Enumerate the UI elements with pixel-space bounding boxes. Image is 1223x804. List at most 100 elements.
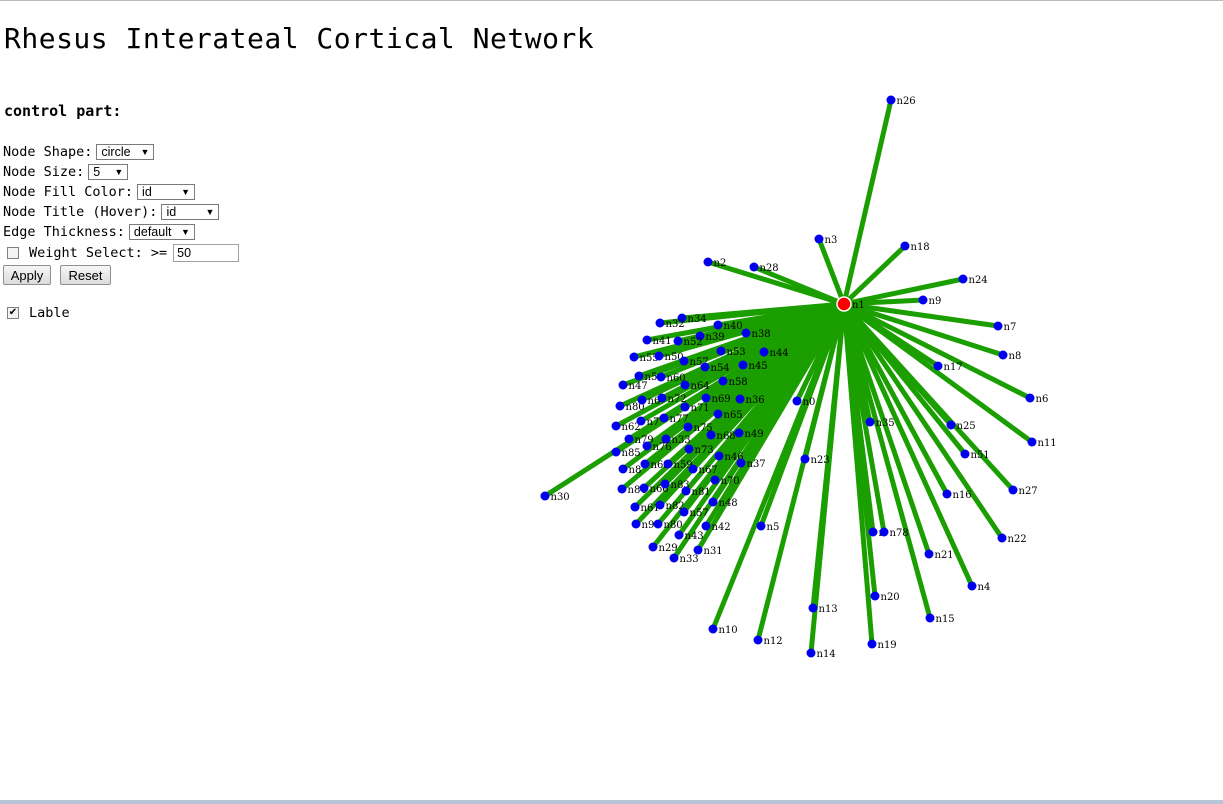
node-n40[interactable]	[713, 320, 723, 330]
node-n7x[interactable]	[636, 416, 646, 426]
node-n12[interactable]	[753, 635, 763, 645]
node-n77[interactable]	[659, 413, 669, 423]
node-n46[interactable]	[714, 451, 724, 461]
node-n16[interactable]	[942, 489, 952, 499]
node-n9[interactable]	[918, 295, 928, 305]
node-n5[interactable]	[756, 521, 766, 531]
node-n7[interactable]	[993, 321, 1003, 331]
node-n48[interactable]	[708, 497, 718, 507]
node-n82[interactable]	[655, 500, 665, 510]
node-n54[interactable]	[700, 362, 710, 372]
node-n57b[interactable]	[679, 507, 689, 517]
node-n43[interactable]	[674, 530, 684, 540]
node-n55[interactable]	[629, 352, 639, 362]
node-label-n11: n11	[1038, 438, 1057, 449]
node-n8[interactable]	[998, 350, 1008, 360]
node-n29[interactable]	[648, 542, 658, 552]
node-n58[interactable]	[718, 376, 728, 386]
node-n64[interactable]	[680, 380, 690, 390]
node-n23[interactable]	[800, 454, 810, 464]
node-n38[interactable]	[741, 328, 751, 338]
node-n75[interactable]	[683, 422, 693, 432]
node-n47[interactable]	[618, 380, 628, 390]
node-n84[interactable]	[617, 484, 627, 494]
node-n71[interactable]	[680, 402, 690, 412]
node-n63[interactable]	[640, 459, 650, 469]
node-n19[interactable]	[867, 639, 877, 649]
node-n22[interactable]	[997, 533, 1007, 543]
node-label-n9: n9	[929, 296, 942, 307]
node-n27[interactable]	[1008, 485, 1018, 495]
node-n6[interactable]	[1025, 393, 1035, 403]
node-n73[interactable]	[684, 444, 694, 454]
node-n35[interactable]	[865, 417, 875, 427]
node-n14[interactable]	[806, 648, 816, 658]
node-n70[interactable]	[710, 475, 720, 485]
node-n1_[interactable]	[868, 527, 878, 537]
node-n42[interactable]	[701, 521, 711, 531]
node-n2[interactable]	[703, 257, 713, 267]
node-n24[interactable]	[958, 274, 968, 284]
node-n18[interactable]	[900, 241, 910, 251]
node-n5x[interactable]	[634, 371, 644, 381]
node-n65[interactable]	[713, 409, 723, 419]
node-n60[interactable]	[656, 372, 666, 382]
node-n30[interactable]	[540, 491, 550, 501]
node-n81[interactable]	[681, 486, 691, 496]
node-n6x[interactable]	[637, 395, 647, 405]
node-n32[interactable]	[655, 318, 665, 328]
node-n0[interactable]	[792, 396, 802, 406]
node-n8x[interactable]	[618, 464, 628, 474]
node-label-n68: n68	[717, 431, 736, 442]
node-n62[interactable]	[611, 421, 621, 431]
node-n1[interactable]	[836, 296, 852, 312]
node-n76[interactable]	[642, 441, 652, 451]
node-n13[interactable]	[808, 603, 818, 613]
node-n21[interactable]	[924, 549, 934, 559]
node-n3[interactable]	[814, 234, 824, 244]
node-n28[interactable]	[749, 262, 759, 272]
node-n51[interactable]	[960, 449, 970, 459]
node-n66[interactable]	[639, 483, 649, 493]
node-n33[interactable]	[669, 553, 679, 563]
node-n50[interactable]	[654, 351, 664, 361]
node-n67[interactable]	[688, 464, 698, 474]
node-label-n6: n6	[1036, 394, 1049, 405]
node-n69[interactable]	[701, 393, 711, 403]
node-n17[interactable]	[933, 361, 943, 371]
node-label-n34: n34	[688, 314, 707, 325]
node-n57[interactable]	[679, 356, 689, 366]
node-n37[interactable]	[736, 458, 746, 468]
node-n25[interactable]	[946, 420, 956, 430]
edge-layer	[543, 99, 1034, 654]
node-n85[interactable]	[611, 447, 621, 457]
node-n49[interactable]	[734, 428, 744, 438]
node-n53[interactable]	[716, 346, 726, 356]
node-label-n7x: n7	[647, 417, 660, 428]
node-n20[interactable]	[870, 591, 880, 601]
node-n61[interactable]	[630, 502, 640, 512]
node-n72[interactable]	[657, 393, 667, 403]
node-n68[interactable]	[706, 430, 716, 440]
node-n59[interactable]	[663, 459, 673, 469]
node-n80[interactable]	[615, 401, 625, 411]
node-n86[interactable]	[653, 519, 663, 529]
node-label-n35: n35	[876, 418, 895, 429]
node-n83[interactable]	[660, 479, 670, 489]
node-n52[interactable]	[673, 336, 683, 346]
node-label-n42: n42	[712, 522, 731, 533]
node-label-n37: n37	[747, 459, 766, 470]
node-n78[interactable]	[879, 527, 889, 537]
node-n10[interactable]	[708, 624, 718, 634]
node-n36[interactable]	[735, 394, 745, 404]
node-n44[interactable]	[759, 347, 769, 357]
node-n79[interactable]	[624, 434, 634, 444]
node-n15[interactable]	[925, 613, 935, 623]
node-n4[interactable]	[967, 581, 977, 591]
node-n45[interactable]	[738, 360, 748, 370]
node-label-n73: n73	[695, 445, 714, 456]
node-n11[interactable]	[1027, 437, 1037, 447]
node-n41[interactable]	[642, 335, 652, 345]
node-n9x[interactable]	[631, 519, 641, 529]
node-n26[interactable]	[886, 95, 896, 105]
